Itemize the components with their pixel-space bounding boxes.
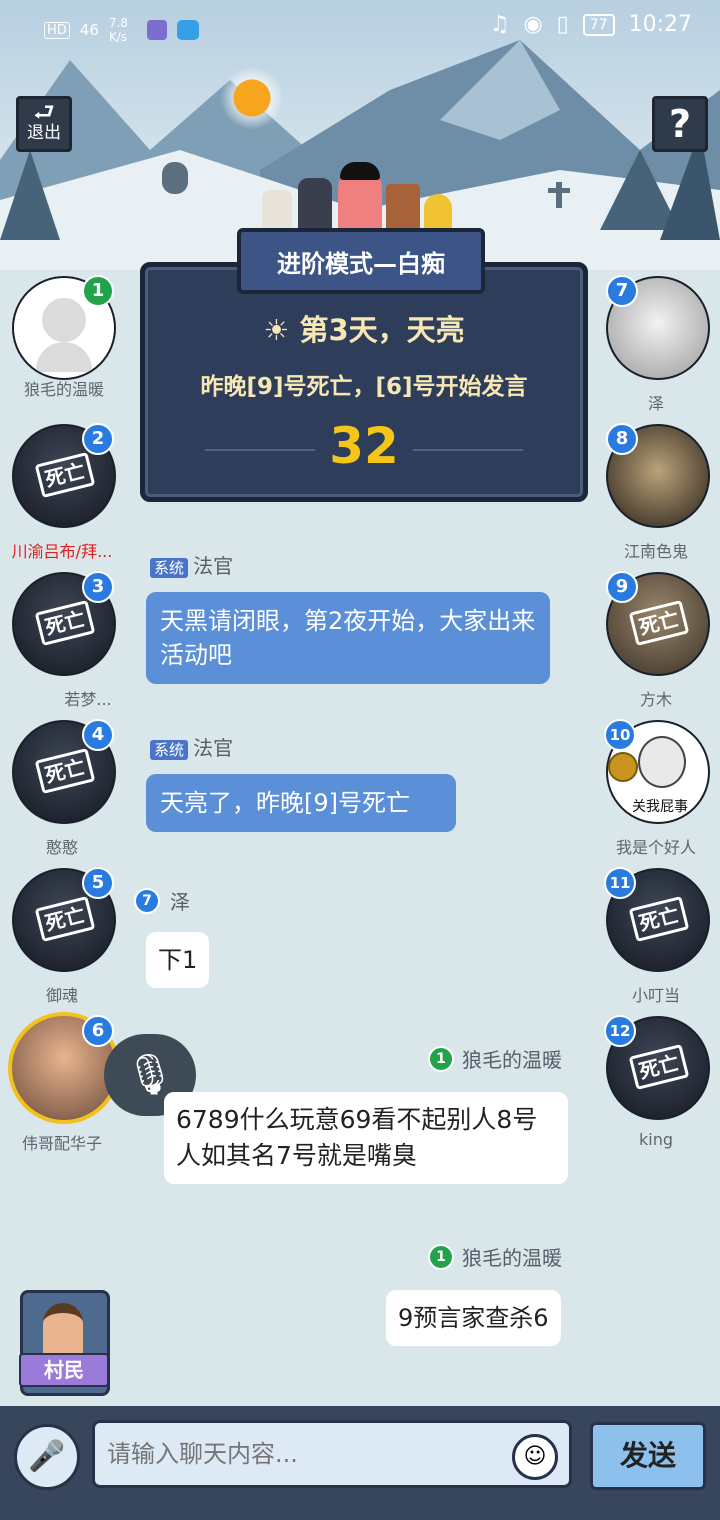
chat-message: 天亮了，昨晚[9]号死亡 <box>146 774 456 832</box>
seat-badge-5: 5 <box>82 867 114 899</box>
player-name-1: 狼毛的温暖 <box>23 380 104 399</box>
clock: 10:27 <box>628 12 692 37</box>
mode-title: 进阶模式—白痴 <box>277 249 445 278</box>
dead-stamp: 死亡 <box>34 599 96 647</box>
vibrate-icon: ▯ <box>556 12 569 37</box>
send-button[interactable]: 发送 <box>590 1422 706 1490</box>
status-bar: HD 46 7.8 K/s ♫ ◉ ▯ 77 10:27 <box>0 0 720 56</box>
system-tag: 系统 <box>150 740 189 760</box>
player-name-11: 小叮当 <box>631 986 680 1005</box>
chat-sender-row: 1 狼毛的温暖 <box>428 1242 562 1271</box>
chat-sender-row: 1 狼毛的温暖 <box>428 1044 562 1073</box>
seat-badge-3: 3 <box>82 571 114 603</box>
sender-seat-badge: 7 <box>134 887 160 914</box>
seat-badge-8: 8 <box>606 423 638 455</box>
player-name-8: 江南色鬼 <box>623 542 688 561</box>
sender-name: 狼毛的温暖 <box>462 1246 562 1270</box>
headphones-icon: ♫ <box>489 12 510 37</box>
seat-badge-4: 4 <box>82 719 114 751</box>
seat-badge-11: 11 <box>604 867 636 899</box>
exit-icon: ⮐ <box>33 98 55 126</box>
sender-name: 泽 <box>170 890 190 914</box>
player-name-12: king <box>638 1130 673 1149</box>
sender-name: 狼毛的温暖 <box>462 1048 562 1072</box>
emoji-button[interactable]: ☺ <box>512 1434 558 1480</box>
player-name-2: 川渝吕布/拜... <box>11 542 113 561</box>
system-tag: 系统 <box>150 558 189 578</box>
seat-badge-10: 10 <box>604 719 636 751</box>
player-name-3: 若梦... <box>64 690 112 709</box>
mode-banner: 进阶模式—白痴 <box>237 228 485 294</box>
characters-illustration <box>262 160 462 238</box>
chat-sender-row: 系统 法官 <box>150 732 233 761</box>
smiley-icon: ☺ <box>523 1444 547 1469</box>
player-name-7: 泽 <box>647 394 664 413</box>
help-icon: ? <box>668 102 692 146</box>
countdown-timer: 32 <box>329 417 399 475</box>
day-label: 第3天，天亮 <box>299 313 465 347</box>
avatar-caption: 关我屁事 <box>632 799 688 815</box>
player-name-10: 我是个好人 <box>615 838 696 857</box>
network-speed: 7.8 K/s <box>108 16 128 44</box>
battery-indicator: 77 <box>582 13 615 36</box>
night-result: 昨晚[9]号死亡，[6]号开始发言 <box>200 374 528 400</box>
sun-small-icon: ☀ <box>263 313 290 347</box>
exit-button[interactable]: ⮐ 退出 <box>16 96 72 152</box>
role-card[interactable]: 村民 <box>19 1290 110 1396</box>
player-name-9: 方木 <box>639 690 672 709</box>
gold-medal-icon <box>608 752 638 782</box>
chat-input[interactable] <box>92 1420 572 1488</box>
sender-seat-badge: 1 <box>428 1045 454 1072</box>
exit-label: 退出 <box>27 123 61 143</box>
day-row: ☀ 第3天，天亮 <box>145 307 583 349</box>
seat-badge-6: 6 <box>82 1015 114 1047</box>
microphone-icon: 🎤 <box>28 1439 66 1474</box>
chat-sender-row: 7 泽 <box>134 886 190 915</box>
video-app-icon <box>176 20 199 40</box>
signal-icon: 46 <box>79 21 99 39</box>
player-name-6: 伟哥配华子 <box>21 1134 102 1153</box>
dead-stamp: 死亡 <box>628 895 690 943</box>
voice-button[interactable]: 🎤 <box>14 1424 80 1490</box>
dead-stamp: 死亡 <box>628 599 690 647</box>
eye-icon: ◉ <box>523 12 543 37</box>
hd-indicator: HD <box>44 21 70 39</box>
chat-message: 6789什么玩意69看不起别人8号人如其名7号就是嘴臭 <box>164 1092 568 1184</box>
chat-sender-row: 系统 法官 <box>150 550 233 579</box>
seat-badge-9: 9 <box>606 571 638 603</box>
chat-message: 天黑请闭眼，第2夜开始，大家出来活动吧 <box>146 592 550 684</box>
sender-name: 法官 <box>193 554 234 578</box>
role-label: 村民 <box>19 1353 109 1387</box>
seat-badge-1: 1 <box>82 275 114 307</box>
seat-badge-12: 12 <box>604 1015 636 1047</box>
player-name-5: 御魂 <box>45 986 78 1005</box>
dead-stamp: 死亡 <box>34 895 96 943</box>
judge-panel: ☀ 第3天，天亮 昨晚[9]号死亡，[6]号开始发言 32 <box>140 262 588 502</box>
app-icon <box>146 20 167 40</box>
help-button[interactable]: ? <box>652 96 708 152</box>
seat-badge-2: 2 <box>82 423 114 455</box>
chat-message: 下1 <box>146 932 210 988</box>
sun-icon <box>220 66 284 130</box>
default-avatar-icon <box>42 298 86 342</box>
sender-seat-badge: 1 <box>428 1243 454 1270</box>
seat-badge-7: 7 <box>606 275 638 307</box>
chat-message: 9预言家查杀6 <box>386 1290 561 1346</box>
dead-stamp: 死亡 <box>34 747 96 795</box>
dead-stamp: 死亡 <box>34 451 96 499</box>
player-name-4: 憨憨 <box>45 838 78 857</box>
sender-name: 法官 <box>193 736 234 760</box>
dead-stamp: 死亡 <box>628 1043 690 1091</box>
